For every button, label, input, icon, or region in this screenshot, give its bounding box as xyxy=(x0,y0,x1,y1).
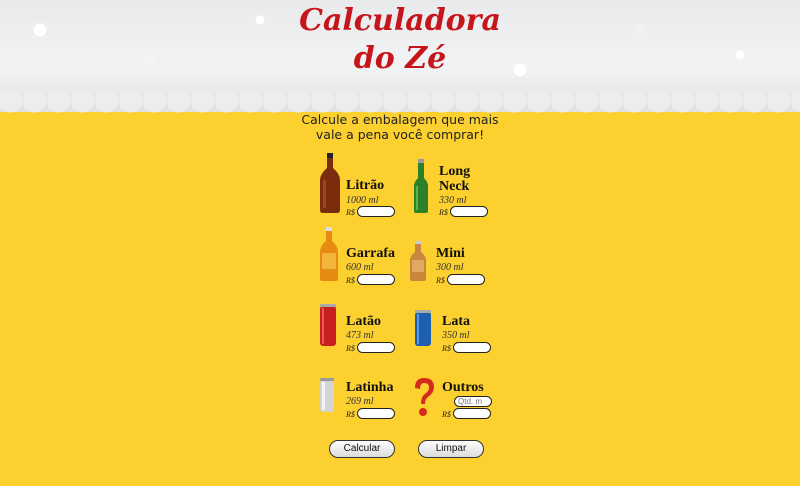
quantity-input-outros[interactable] xyxy=(454,396,492,407)
calculate-button[interactable]: Calcular xyxy=(329,440,395,458)
red-can-icon xyxy=(320,304,336,346)
item-name: Lata xyxy=(442,314,470,329)
green-bottle-icon xyxy=(414,159,428,213)
item-volume: 1000 ml xyxy=(346,195,379,206)
price-input-long-neck[interactable] xyxy=(450,206,488,217)
page-title: Calculadora do Zé xyxy=(299,3,501,76)
price-input-litrao[interactable] xyxy=(357,206,395,217)
price-input-outros[interactable] xyxy=(453,408,491,419)
mini-bottle-icon xyxy=(410,241,426,281)
item-name: Long Neck xyxy=(439,164,471,194)
item-lata: Lata 350 ml R$ xyxy=(414,310,524,372)
item-name: Latão xyxy=(346,314,381,329)
price-input-latao[interactable] xyxy=(357,342,395,353)
item-name: Litrão xyxy=(346,178,385,193)
currency-label: R$ xyxy=(346,208,355,217)
item-volume: 350 ml xyxy=(442,330,470,341)
beer-bottle-icon xyxy=(320,227,338,281)
currency-label: R$ xyxy=(346,344,355,353)
item-volume: 300 ml xyxy=(436,262,464,273)
item-volume: 600 ml xyxy=(346,262,374,273)
currency-label: R$ xyxy=(346,410,355,419)
item-volume: 269 ml xyxy=(346,396,374,407)
currency-label: R$ xyxy=(442,410,451,419)
price-input-lata[interactable] xyxy=(453,342,491,353)
page-subtitle: Calcule a embalagem que mais vale a pena… xyxy=(301,112,499,142)
price-input-latinha[interactable] xyxy=(357,408,395,419)
item-name: Outros xyxy=(442,380,484,395)
currency-label: R$ xyxy=(442,344,451,353)
question-mark-icon xyxy=(415,378,434,416)
item-volume: 473 ml xyxy=(346,330,374,341)
item-volume: 330 ml xyxy=(439,195,467,206)
currency-label: R$ xyxy=(346,276,355,285)
item-long-neck: Long Neck 330 ml R$ xyxy=(412,158,522,220)
item-outros: Outros R$ xyxy=(410,376,520,438)
item-mini: Mini 300 ml R$ xyxy=(408,240,518,302)
currency-label: R$ xyxy=(439,208,448,217)
amber-bottle-icon xyxy=(320,153,340,213)
blue-can-icon xyxy=(415,310,431,346)
item-name: Garrafa xyxy=(346,246,395,261)
currency-label: R$ xyxy=(436,276,445,285)
price-input-mini[interactable] xyxy=(447,274,485,285)
item-latao: Latão 473 ml R$ xyxy=(318,304,428,366)
item-name: Latinha xyxy=(346,380,394,395)
item-name: Mini xyxy=(436,246,465,261)
clear-button[interactable]: Limpar xyxy=(418,440,484,458)
silver-can-icon xyxy=(320,378,334,412)
price-input-garrafa[interactable] xyxy=(357,274,395,285)
